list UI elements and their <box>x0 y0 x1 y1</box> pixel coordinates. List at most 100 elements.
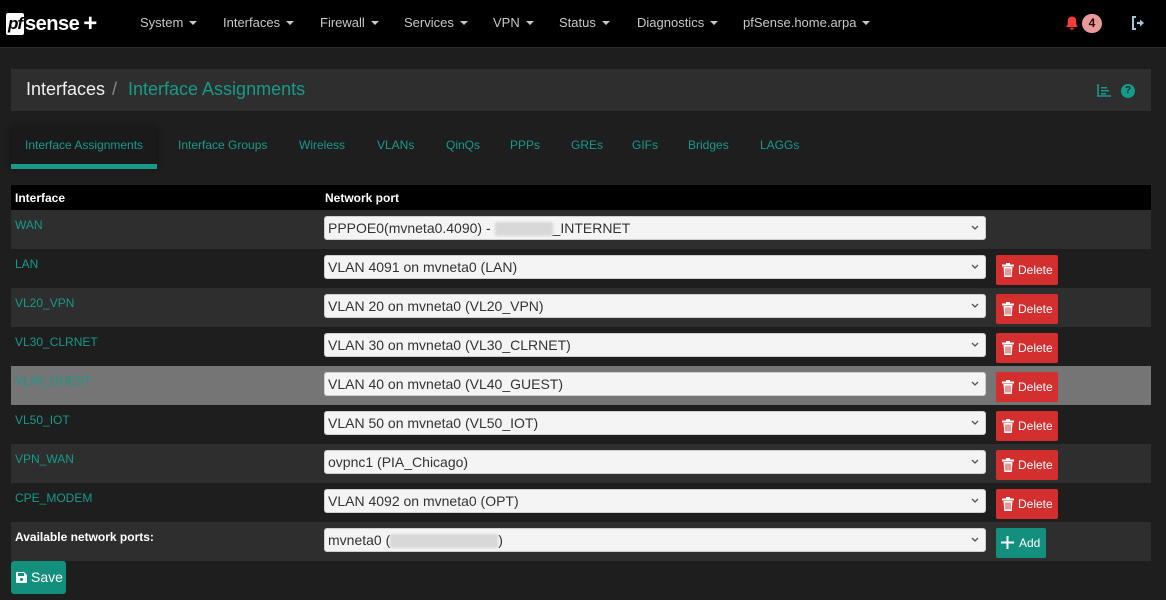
interface-link[interactable]: VPN_WAN <box>15 452 74 466</box>
delete-button[interactable]: Delete <box>996 489 1058 519</box>
chevron-down-icon <box>971 537 979 542</box>
add-button[interactable]: Add <box>996 528 1046 558</box>
select-value: ovpnc1 (PIA_Chicago) <box>328 454 469 470</box>
notification-count-badge[interactable]: 4 <box>1082 14 1102 33</box>
bell-icon[interactable] <box>1064 15 1080 31</box>
select-value-suffix: _INTERNET <box>552 220 631 236</box>
tab-qinqs[interactable]: QinQs <box>446 127 480 169</box>
pfsense-logo[interactable]: pf sense + <box>6 10 97 38</box>
interface-assignments-table: Interface Network port WAN PPPOE0(mvneta… <box>11 185 1151 561</box>
tab-bridges[interactable]: Bridges <box>688 127 729 169</box>
nav-diagnostics[interactable]: Diagnostics <box>637 15 719 30</box>
chevron-down-icon <box>971 420 979 425</box>
help-icon[interactable]: ? <box>1121 84 1135 98</box>
tab-gifs[interactable]: GIFs <box>632 127 658 169</box>
network-port-select[interactable]: VLAN 30 on mvneta0 (VL30_CLRNET) <box>324 333 986 357</box>
floppy-disk-icon <box>16 572 27 583</box>
network-port-select[interactable]: PPPOE0(mvneta0.4090) - _INTERNET <box>324 216 986 240</box>
chevron-down-icon <box>971 498 979 503</box>
delete-label: Delete <box>1018 458 1053 472</box>
table-row: VL50_IOT VLAN 50 on mvneta0 (VL50_IOT) D… <box>11 405 1151 444</box>
trash-icon <box>1002 419 1014 433</box>
delete-button[interactable]: Delete <box>996 255 1058 285</box>
delete-button[interactable]: Delete <box>996 294 1058 324</box>
trash-icon <box>1002 302 1014 316</box>
select-value: VLAN 4092 on mvneta0 (OPT) <box>328 493 519 509</box>
tab-laggs[interactable]: LAGGs <box>760 127 799 169</box>
interface-link[interactable]: VL50_IOT <box>15 413 70 427</box>
save-button[interactable]: Save <box>11 561 66 594</box>
delete-button[interactable]: Delete <box>996 333 1058 363</box>
delete-button[interactable]: Delete <box>996 450 1058 480</box>
chevron-down-icon <box>971 342 979 347</box>
select-value: VLAN 20 on mvneta0 (VL20_VPN) <box>328 298 544 314</box>
nav-interfaces[interactable]: Interfaces <box>223 15 295 30</box>
chevron-down-icon <box>971 225 979 230</box>
delete-label: Delete <box>1018 341 1053 355</box>
nav-firewall[interactable]: Firewall <box>320 15 379 30</box>
caret-down-icon <box>286 20 295 25</box>
redacted-text <box>494 222 553 237</box>
interface-link[interactable]: WAN <box>15 218 43 232</box>
tab-gres[interactable]: GREs <box>571 127 603 169</box>
breadcrumb: Interfaces / Interface Assignments ? <box>11 69 1151 111</box>
interface-link[interactable]: VL20_VPN <box>15 296 74 310</box>
breadcrumb-current[interactable]: Interface Assignments <box>128 79 305 100</box>
select-value: VLAN 50 on mvneta0 (VL50_IOT) <box>328 415 539 431</box>
table-row: WAN PPPOE0(mvneta0.4090) - _INTERNET <box>11 210 1151 249</box>
trash-icon <box>1002 497 1014 511</box>
save-label: Save <box>31 569 63 585</box>
network-port-select[interactable]: VLAN 20 on mvneta0 (VL20_VPN) <box>324 294 986 318</box>
header-network-port: Network port <box>325 191 400 205</box>
tab-wireless[interactable]: Wireless <box>299 127 345 169</box>
nav-firewall-label: Firewall <box>320 15 365 30</box>
top-navbar: pf sense + System Interfaces Firewall Se… <box>0 0 1166 48</box>
chart-bars-icon[interactable] <box>1097 84 1111 97</box>
network-port-select[interactable]: VLAN 4092 on mvneta0 (OPT) <box>324 489 986 513</box>
network-port-select[interactable]: VLAN 4091 on mvneta0 (LAN) <box>324 255 986 279</box>
delete-label: Delete <box>1018 263 1053 277</box>
caret-down-icon <box>370 20 379 25</box>
nav-services[interactable]: Services <box>404 15 468 30</box>
nav-status-label: Status <box>559 15 596 30</box>
nav-status[interactable]: Status <box>559 15 610 30</box>
tab-vlans[interactable]: VLANs <box>377 127 414 169</box>
redacted-text <box>390 534 499 549</box>
nav-system[interactable]: System <box>140 15 198 30</box>
select-value-prefix: mvneta0 ( <box>328 532 391 548</box>
table-row: CPE_MODEM VLAN 4092 on mvneta0 (OPT) Del… <box>11 483 1151 522</box>
caret-down-icon <box>525 20 534 25</box>
breadcrumb-separator: / <box>112 79 118 99</box>
delete-label: Delete <box>1018 497 1053 511</box>
sign-out-icon[interactable] <box>1130 15 1146 31</box>
caret-down-icon <box>459 20 468 25</box>
interface-link[interactable]: CPE_MODEM <box>15 491 92 505</box>
network-port-select[interactable]: VLAN 40 on mvneta0 (VL40_GUEST) <box>324 372 986 396</box>
delete-button[interactable]: Delete <box>996 411 1058 441</box>
tab-ppps[interactable]: PPPs <box>510 127 540 169</box>
nav-system-label: System <box>140 15 184 30</box>
interface-link[interactable]: VL40_GUEST <box>15 374 91 388</box>
network-port-select[interactable]: ovpnc1 (PIA_Chicago) <box>324 450 986 474</box>
tab-interface-groups[interactable]: Interface Groups <box>178 127 267 169</box>
nav-hostname[interactable]: pfSense.home.arpa <box>743 15 871 30</box>
table-row: VPN_WAN ovpnc1 (PIA_Chicago) Delete <box>11 444 1151 483</box>
interface-link[interactable]: LAN <box>15 257 38 271</box>
select-value-suffix: ) <box>498 532 503 548</box>
delete-label: Delete <box>1018 302 1053 316</box>
caret-down-icon <box>862 20 871 25</box>
delete-label: Delete <box>1018 419 1053 433</box>
select-value-prefix: PPPOE0(mvneta0.4090) - <box>328 220 495 236</box>
logo-plus: + <box>83 10 98 37</box>
network-port-select[interactable]: VLAN 50 on mvneta0 (VL50_IOT) <box>324 411 986 435</box>
caret-down-icon <box>189 20 198 25</box>
available-ports-row: Available network ports: mvneta0 () Add <box>11 522 1151 561</box>
available-port-select[interactable]: mvneta0 () <box>324 528 986 552</box>
tab-interface-assignments[interactable]: Interface Assignments <box>11 127 158 169</box>
delete-button[interactable]: Delete <box>996 372 1058 402</box>
trash-icon <box>1002 263 1014 277</box>
interface-link[interactable]: VL30_CLRNET <box>15 335 98 349</box>
chevron-down-icon <box>971 303 979 308</box>
nav-vpn[interactable]: VPN <box>493 15 534 30</box>
table-row: VL20_VPN VLAN 20 on mvneta0 (VL20_VPN) D… <box>11 288 1151 327</box>
